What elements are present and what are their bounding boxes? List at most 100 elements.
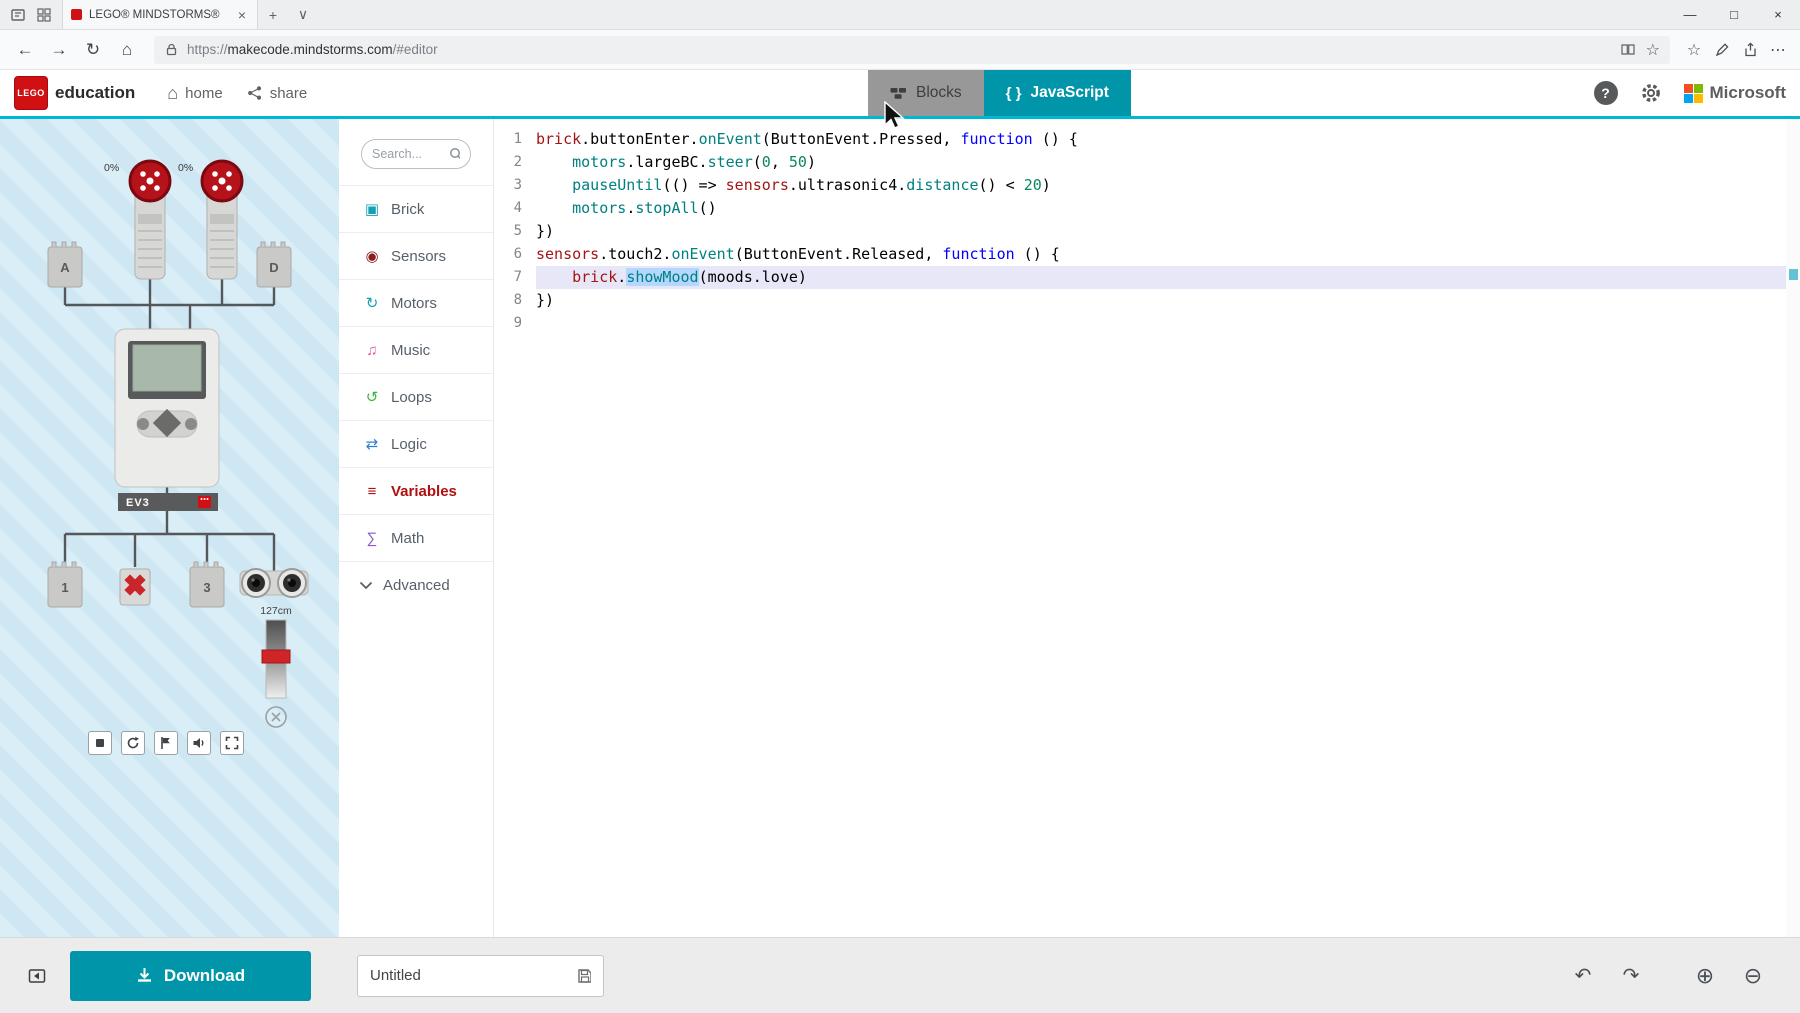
save-icon[interactable] xyxy=(577,968,591,984)
reading-view-icon[interactable] xyxy=(1620,42,1636,57)
toolbox-category-logic[interactable]: ⇄Logic xyxy=(339,420,493,467)
variables-icon: ≡ xyxy=(363,484,381,499)
tab-menu-icon[interactable]: ∨ xyxy=(288,0,318,29)
tab-title: LEGO® MINDSTORMS® xyxy=(89,9,228,21)
window-close-button[interactable]: × xyxy=(1756,0,1800,29)
toolbox-category-music[interactable]: ♫Music xyxy=(339,326,493,373)
line-number: 9 xyxy=(494,312,522,335)
sim-restart-button[interactable] xyxy=(121,731,145,755)
microsoft-logo[interactable]: Microsoft xyxy=(1684,83,1787,103)
blocks-toggle-button[interactable]: Blocks xyxy=(868,70,984,116)
annotate-pen-icon[interactable] xyxy=(1708,36,1736,64)
share-icon[interactable] xyxy=(1736,36,1764,64)
window-maximize-button[interactable]: □ xyxy=(1712,0,1756,29)
code-line-7[interactable]: 7 brick.showMood(moods.love) xyxy=(494,266,1800,289)
redo-button[interactable]: ↷ xyxy=(1614,959,1648,993)
toolbox-category-variables[interactable]: ≡Variables xyxy=(339,467,493,514)
window-minimize-button[interactable]: — xyxy=(1668,0,1712,29)
restart-icon xyxy=(126,736,140,750)
toolbox-advanced[interactable]: Advanced xyxy=(339,561,493,608)
gear-icon[interactable] xyxy=(1640,82,1662,104)
browser-url-bar: ← → ↻ ⌂ https://makecode.mindstorms.com/… xyxy=(0,30,1800,70)
code-text: brick.buttonEnter.onEvent(ButtonEvent.Pr… xyxy=(536,128,1800,151)
svg-text:A: A xyxy=(60,260,70,275)
toolbox-category-motors[interactable]: ↻Motors xyxy=(339,279,493,326)
logic-icon: ⇄ xyxy=(363,437,381,452)
share-button[interactable]: share xyxy=(247,85,308,102)
code-line-1[interactable]: 1 brick.buttonEnter.onEvent(ButtonEvent.P… xyxy=(494,128,1800,151)
project-name-input[interactable] xyxy=(370,967,569,984)
add-favorite-star-icon[interactable]: ☆ xyxy=(1646,40,1660,60)
code-line-8[interactable]: 8}) xyxy=(494,289,1800,312)
toolbox-category-brick[interactable]: ▣Brick xyxy=(339,185,493,232)
close-sensor-control-icon[interactable] xyxy=(266,707,286,727)
collapse-simulator-button[interactable] xyxy=(24,963,50,989)
ultrasonic-sensor[interactable] xyxy=(240,569,308,597)
download-button[interactable]: Download xyxy=(70,951,311,1001)
back-icon[interactable]: ← xyxy=(8,34,42,66)
sim-slowmo-button[interactable] xyxy=(154,731,178,755)
lock-icon xyxy=(164,42,179,57)
toolbox-category-math[interactable]: ∑Math xyxy=(339,514,493,561)
zoom-in-button[interactable]: ⊕ xyxy=(1688,959,1722,993)
ev3-brick[interactable]: EV3 xyxy=(115,329,219,511)
zoom-out-button[interactable]: ⊖ xyxy=(1736,959,1770,993)
sim-mute-button[interactable] xyxy=(187,731,211,755)
port-a-connector[interactable]: A xyxy=(48,242,82,287)
code-line-4[interactable]: 4 motors.stopAll() xyxy=(494,197,1800,220)
left-large-motor[interactable] xyxy=(130,161,170,279)
curly-braces-icon: { } xyxy=(1006,85,1022,102)
port-1-connector[interactable]: 1 xyxy=(48,562,82,607)
forward-icon[interactable]: → xyxy=(42,34,76,66)
sim-stop-button[interactable] xyxy=(88,731,112,755)
lego-badge xyxy=(198,496,211,508)
home-icon: ⌂ xyxy=(167,84,178,102)
undo-button[interactable]: ↶ xyxy=(1566,959,1600,993)
search-input[interactable] xyxy=(372,147,444,161)
home-button[interactable]: ⌂ home xyxy=(167,84,222,102)
browser-tab[interactable]: LEGO® MINDSTORMS® × xyxy=(62,0,258,29)
blocks-javascript-toggle: Blocks { } JavaScript xyxy=(868,70,1131,116)
touch-sensor[interactable] xyxy=(119,569,150,605)
line-number: 7 xyxy=(494,266,522,289)
javascript-editor[interactable]: 1 brick.buttonEnter.onEvent(ButtonEvent.P… xyxy=(494,119,1800,937)
ev3-right-button[interactable] xyxy=(185,418,197,430)
sensors-icon: ◉ xyxy=(363,249,381,264)
code-line-2[interactable]: 2 motors.largeBC.steer(0, 50) xyxy=(494,151,1800,174)
browser-menu-ellipsis-icon[interactable]: ⋯ xyxy=(1764,36,1792,64)
distance-slider-handle[interactable] xyxy=(262,650,290,663)
javascript-toggle-button[interactable]: { } JavaScript xyxy=(984,70,1131,116)
project-name-field[interactable] xyxy=(357,955,604,997)
line-number: 1 xyxy=(494,128,522,151)
refresh-icon[interactable]: ↻ xyxy=(76,34,110,66)
category-label: Motors xyxy=(391,295,437,312)
code-line-3[interactable]: 3 pauseUntil(() => sensors.ultrasonic4.d… xyxy=(494,174,1800,197)
search-icon xyxy=(449,147,460,161)
help-button[interactable]: ? xyxy=(1594,81,1618,105)
sim-fullscreen-button[interactable] xyxy=(220,731,244,755)
favorites-hub-icon[interactable]: ☆ xyxy=(1680,36,1708,64)
brick-icon: ▣ xyxy=(363,202,381,217)
tab-preview-icon[interactable] xyxy=(36,7,52,23)
code-text: pauseUntil(() => sensors.ultrasonic4.dis… xyxy=(536,174,1800,197)
code-lines: 1 brick.buttonEnter.onEvent(ButtonEvent.P… xyxy=(494,128,1800,335)
address-bar[interactable]: https://makecode.mindstorms.com/#editor … xyxy=(154,36,1670,64)
tab-close-icon[interactable]: × xyxy=(235,7,249,23)
editor-scrollbar[interactable] xyxy=(1786,119,1800,937)
set-tabs-aside-icon[interactable] xyxy=(10,7,26,23)
new-tab-button[interactable]: + xyxy=(258,0,288,29)
toolbox-search[interactable] xyxy=(361,139,471,169)
code-line-6[interactable]: 6sensors.touch2.onEvent(ButtonEvent.Rele… xyxy=(494,243,1800,266)
code-line-9[interactable]: 9 xyxy=(494,312,1800,335)
code-line-5[interactable]: 5}) xyxy=(494,220,1800,243)
ev3-left-button[interactable] xyxy=(137,418,149,430)
right-large-motor[interactable] xyxy=(202,161,242,279)
port-d-connector[interactable]: D xyxy=(257,242,291,287)
distance-slider[interactable] xyxy=(262,620,290,698)
toolbox-category-sensors[interactable]: ◉Sensors xyxy=(339,232,493,279)
port-3-connector[interactable]: 3 xyxy=(190,562,224,607)
advanced-label: Advanced xyxy=(383,577,450,594)
browser-home-icon[interactable]: ⌂ xyxy=(110,34,144,66)
toolbox-category-loops[interactable]: ↺Loops xyxy=(339,373,493,420)
stop-icon xyxy=(93,736,107,750)
